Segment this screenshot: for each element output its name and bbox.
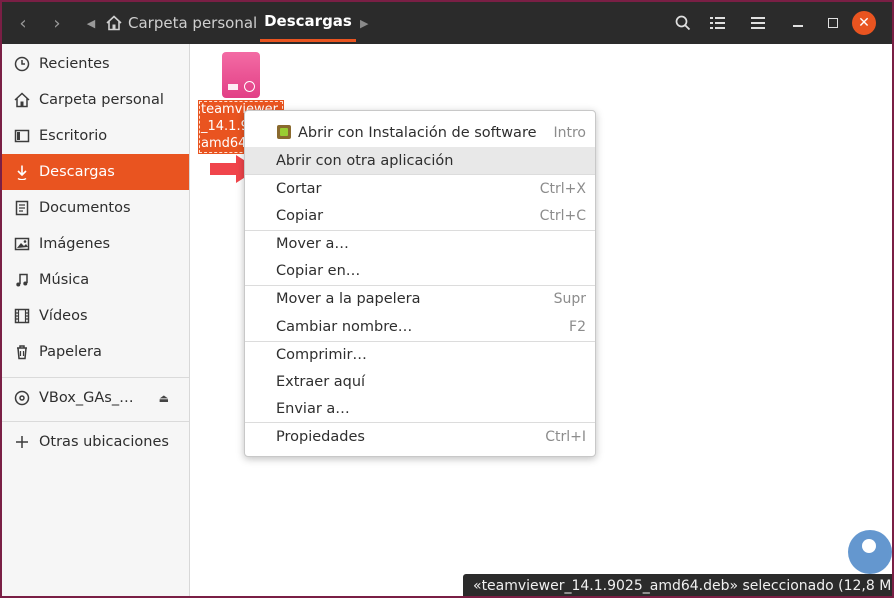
breadcrumb-right-scroll[interactable]: ▶ [360,2,368,44]
back-arrow-icon: ‹ [19,12,27,34]
home-icon [106,15,122,31]
sidebar-item-label: Descargas [39,164,115,180]
sidebar-item-label: Escritorio [39,128,108,144]
breadcrumb-current-label: Descargas [264,11,352,30]
sidebar-item-papelera[interactable]: Papelera [2,334,189,370]
sidebar: Recientes Carpeta personal Escritorio De… [2,44,190,596]
sidebar-item-label: Música [39,272,90,288]
sidebar-item-label: Documentos [39,200,131,216]
header-bar: ‹ › ◀ Carpeta personal Descargas ▶ ✕ [2,2,892,44]
disc-icon [12,390,32,406]
close-icon: ✕ [858,15,870,31]
eject-icon[interactable]: ⏏ [159,392,169,405]
sidebar-item-recientes[interactable]: Recientes [2,46,189,82]
list-view-icon [710,17,725,29]
sidebar-separator [2,377,189,378]
breadcrumb-current[interactable]: Descargas [260,2,356,42]
forward-arrow-icon: › [53,12,61,34]
breadcrumb-left-scroll[interactable]: ◀ [76,2,106,44]
hamburger-icon [751,17,765,29]
menu-item-send-to[interactable]: Enviar a… [245,395,595,422]
menu-item-properties[interactable]: Propiedades Ctrl+I [245,423,595,450]
forward-button[interactable]: › [42,2,72,44]
menu-item-compress[interactable]: Comprimir… [245,341,595,368]
menu-item-open-software-install[interactable]: Abrir con Instalación de software Intro [245,119,595,146]
menu-item-cut[interactable]: Cortar Ctrl+X [245,175,595,202]
sidebar-item-documentos[interactable]: Documentos [2,190,189,226]
sidebar-item-musica[interactable]: Música [2,262,189,298]
status-bar: «teamviewer_14.1.9025_amd64.deb» selecci… [463,574,892,596]
home-icon [12,92,32,108]
image-icon [12,236,32,252]
breadcrumb-home[interactable]: Carpeta personal [106,2,257,44]
document-icon [12,200,32,216]
menu-item-open-with-other[interactable]: Abrir con otra aplicación [245,147,595,174]
context-menu: Abrir con Instalación de software Intro … [244,110,596,457]
sidebar-item-videos[interactable]: Vídeos [2,298,189,334]
triangle-left-icon: ◀ [86,16,96,30]
sidebar-separator [2,421,189,422]
video-icon [12,308,32,324]
menu-button[interactable] [745,2,771,44]
sidebar-item-label: Otras ubicaciones [39,434,169,450]
trash-icon [12,344,32,360]
debian-package-icon[interactable] [222,52,260,98]
sidebar-item-label: Recientes [39,56,110,72]
search-button[interactable] [670,2,696,44]
minimize-icon [793,25,803,27]
sidebar-item-carpeta-personal[interactable]: Carpeta personal [2,82,189,118]
download-icon [12,164,32,180]
software-install-icon [277,125,291,139]
menu-item-copy-to[interactable]: Copiar en… [245,257,595,284]
back-button[interactable]: ‹ [8,2,38,44]
sidebar-item-label: Papelera [39,344,102,360]
close-button[interactable]: ✕ [852,11,876,35]
sidebar-item-descargas[interactable]: Descargas [2,154,189,190]
triangle-right-icon: ▶ [360,16,369,30]
sidebar-item-label: Carpeta personal [39,92,164,108]
menu-item-rename[interactable]: Cambiar nombre… F2 [245,313,595,340]
sidebar-item-label: Vídeos [39,308,88,324]
sidebar-item-label: VBox_GAs_… [39,390,134,406]
music-icon [12,272,32,288]
menu-item-move-to[interactable]: Mover a… [245,230,595,257]
menu-item-move-to-trash[interactable]: Mover a la papelera Supr [245,285,595,312]
status-text: «teamviewer_14.1.9025_amd64.deb» selecci… [473,578,892,594]
sidebar-item-device[interactable]: VBox_GAs_… ⏏ [2,380,189,416]
breadcrumb-home-label: Carpeta personal [128,14,258,32]
clock-icon [12,56,32,72]
view-list-button[interactable] [705,2,731,44]
maximize-button[interactable] [820,2,846,44]
desktop-icon [12,128,32,144]
sidebar-item-label: Imágenes [39,236,111,252]
plus-icon [12,435,32,449]
sidebar-item-imagenes[interactable]: Imágenes [2,226,189,262]
maximize-icon [828,18,838,28]
menu-item-copy[interactable]: Copiar Ctrl+C [245,202,595,229]
menu-item-extract-here[interactable]: Extraer aquí [245,368,595,395]
sidebar-item-other-locations[interactable]: Otras ubicaciones [2,424,189,460]
watermark-logo [848,530,892,574]
search-icon [675,15,691,31]
minimize-button[interactable] [785,2,811,44]
sidebar-item-escritorio[interactable]: Escritorio [2,118,189,154]
